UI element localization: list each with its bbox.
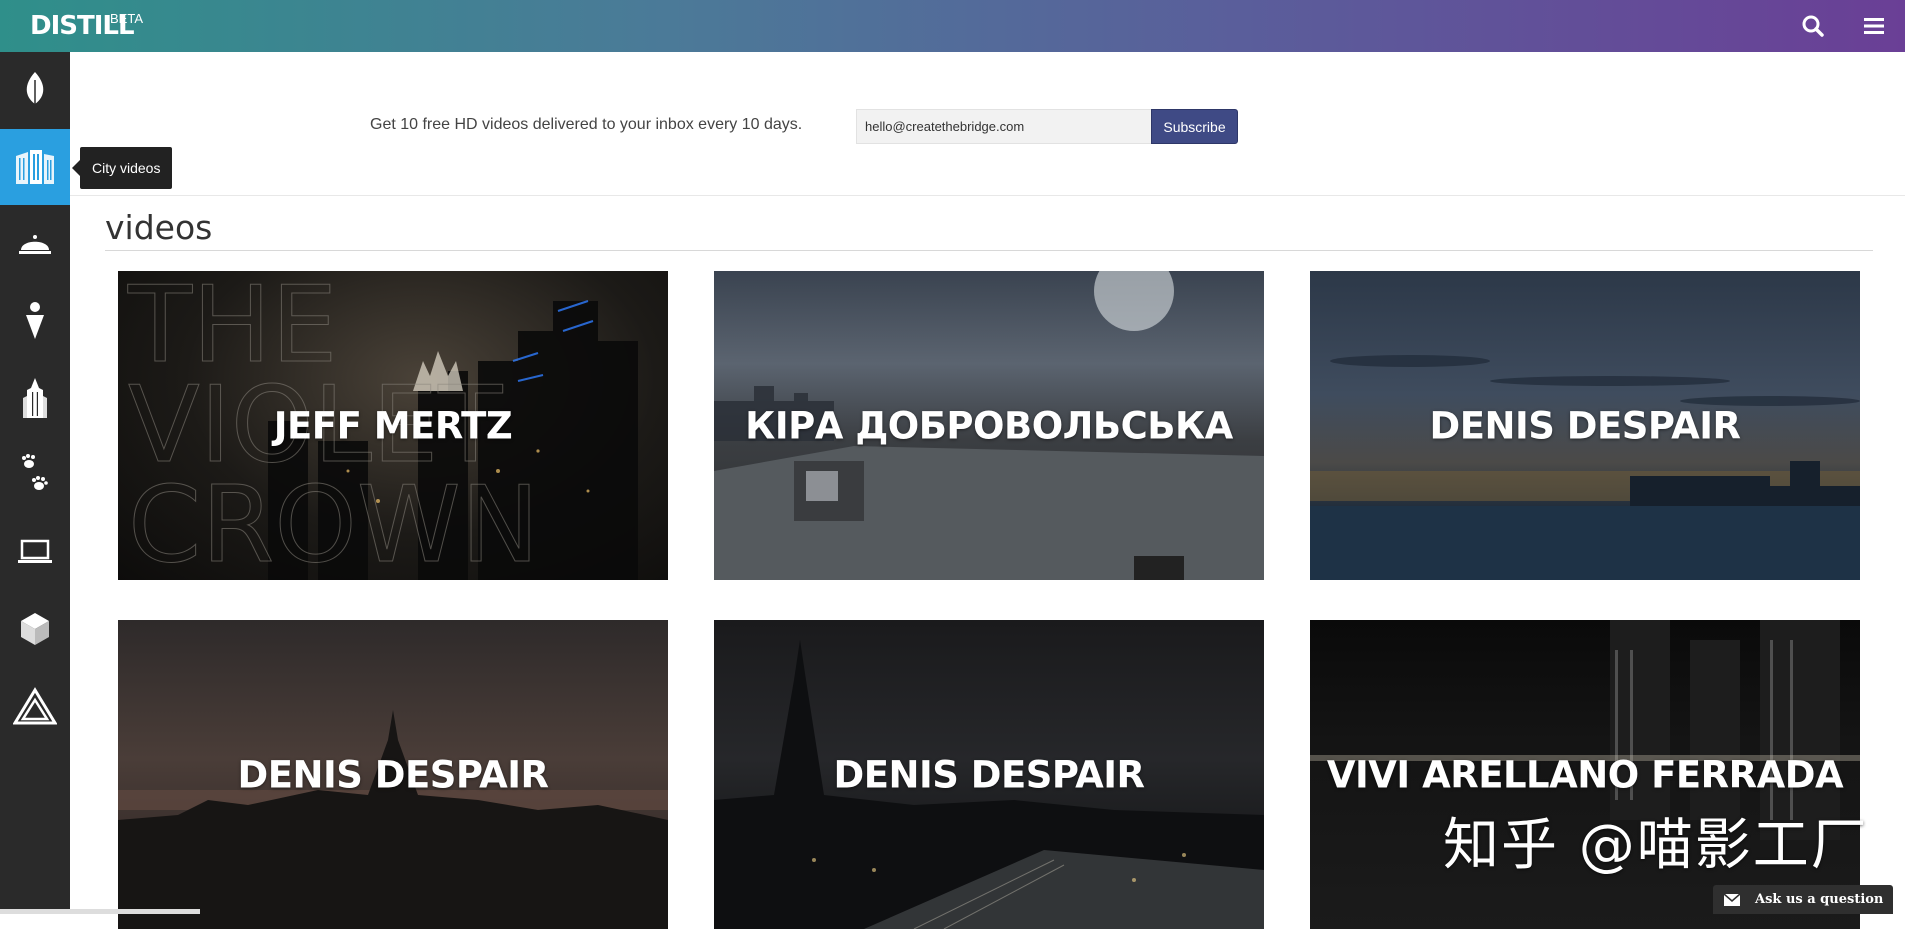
sidebar-item-nature[interactable] xyxy=(0,52,70,128)
video-title: VIVI ARELLANO FERRADA xyxy=(1326,753,1844,796)
hamburger-menu-icon[interactable] xyxy=(1862,14,1886,38)
watermark: 知乎 @喵影工厂 xyxy=(1443,813,1869,878)
sidebar-item-architecture[interactable] xyxy=(0,360,70,436)
page-title: videos xyxy=(105,208,213,247)
search-icon[interactable] xyxy=(1800,13,1826,39)
beta-badge: BETA xyxy=(110,11,143,26)
sidebar-item-abstract[interactable] xyxy=(0,591,70,667)
sidebar-tooltip: City videos xyxy=(71,147,173,189)
subscribe-button[interactable]: Subscribe xyxy=(1151,109,1238,144)
horizontal-scrollbar[interactable] xyxy=(0,909,200,914)
sidebar-item-people[interactable] xyxy=(0,283,70,359)
video-card[interactable]: DENIS DESPAIR xyxy=(1310,271,1860,580)
person-pin-icon xyxy=(26,302,44,339)
video-title: DENIS DESPAIR xyxy=(1429,404,1742,447)
triangle-logo-icon xyxy=(13,687,57,725)
video-card[interactable]: THE VIOLET CROWN JEFF MERTZ xyxy=(118,271,668,580)
mail-icon xyxy=(1723,892,1741,906)
paw-prints-icon xyxy=(22,454,48,490)
sidebar-item-food[interactable] xyxy=(0,206,70,282)
video-card[interactable]: DENIS DESPAIR xyxy=(118,620,668,929)
sidebar-item-animals[interactable] xyxy=(0,437,70,513)
email-field[interactable] xyxy=(856,109,1152,144)
video-card[interactable]: DENIS DESPAIR xyxy=(714,620,1264,929)
sidebar-item-city[interactable] xyxy=(0,129,70,205)
food-dome-icon xyxy=(19,235,51,254)
divider xyxy=(70,195,1905,196)
video-title: КІРА ДОБРОВОЛЬСЬКА xyxy=(745,404,1233,447)
ask-question-label: Ask us a question xyxy=(1755,892,1884,907)
skyscraper-icon xyxy=(23,378,47,418)
leaf-icon xyxy=(26,72,44,109)
cube-icon xyxy=(21,613,49,645)
laptop-icon xyxy=(18,539,52,563)
video-card[interactable]: КІРА ДОБРОВОЛЬСЬКА xyxy=(714,271,1264,580)
video-title: DENIS DESPAIR xyxy=(237,753,550,796)
subscribe-prompt: Get 10 free HD videos delivered to your … xyxy=(370,116,803,133)
overlay-text: CROWN xyxy=(128,464,539,580)
video-card[interactable]: VIVI ARELLANO FERRADA xyxy=(1310,620,1860,929)
category-sidebar xyxy=(0,52,70,914)
sidebar-item-technology[interactable] xyxy=(0,514,70,590)
top-bar: DISTILL BETA xyxy=(0,0,1905,52)
video-title: DENIS DESPAIR xyxy=(833,753,1146,796)
video-title: JEFF MERTZ xyxy=(273,404,513,447)
sidebar-item-other[interactable] xyxy=(0,668,70,744)
ask-question-button[interactable]: Ask us a question xyxy=(1713,885,1893,914)
divider xyxy=(105,250,1873,251)
logo[interactable]: DISTILL BETA xyxy=(30,11,143,41)
city-buildings-icon xyxy=(16,150,54,184)
